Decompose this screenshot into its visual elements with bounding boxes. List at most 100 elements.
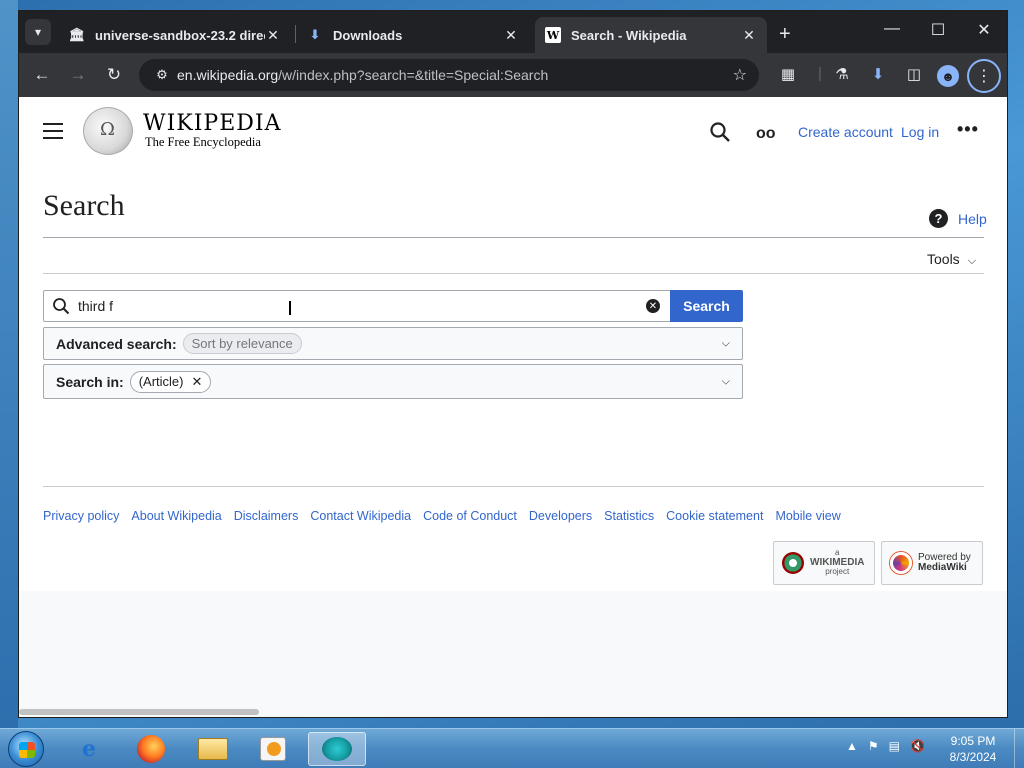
- system-tray: ▲ ⚑ ▤ 🔇: [846, 739, 925, 753]
- powered-by-mediawiki-badge[interactable]: Powered by MediaWiki: [881, 541, 983, 585]
- horizontal-scrollbar[interactable]: [19, 709, 259, 715]
- footer-link-disclaimers[interactable]: Disclaimers: [234, 509, 299, 523]
- search-input[interactable]: [78, 298, 646, 314]
- appearance-glasses-icon[interactable]: oo: [756, 125, 776, 143]
- sort-chip[interactable]: Sort by relevance: [182, 333, 302, 354]
- close-tab-icon[interactable]: ✕: [265, 27, 281, 44]
- help-label: Help: [958, 210, 987, 227]
- header-search-icon[interactable]: [709, 121, 731, 143]
- maximize-button[interactable]: ☐: [915, 20, 961, 40]
- volume-muted-icon[interactable]: 🔇: [910, 739, 925, 753]
- search-box: ✕: [43, 290, 671, 322]
- advanced-search-label: Advanced search:: [56, 335, 177, 352]
- action-center-flag-icon[interactable]: ⚑: [868, 739, 879, 753]
- tab-search-wikipedia[interactable]: W Search - Wikipedia ✕: [535, 17, 767, 53]
- search-button[interactable]: Search: [670, 290, 743, 322]
- tools-dropdown[interactable]: Tools ⌵: [927, 251, 976, 268]
- reload-icon[interactable]: ↻: [103, 64, 125, 86]
- back-arrow-icon[interactable]: ←: [31, 64, 53, 86]
- firefox-icon[interactable]: [128, 732, 174, 766]
- chrome-taskbar-icon[interactable]: [308, 732, 366, 766]
- show-desktop-button[interactable]: [1014, 729, 1024, 768]
- main-menu-icon[interactable]: [43, 123, 63, 139]
- file-explorer-icon[interactable]: [190, 732, 236, 766]
- wikipedia-page: WIKIPEDIA The Free Encyclopedia oo Creat…: [19, 97, 1007, 717]
- clock-date: 8/3/2024: [949, 750, 997, 764]
- browser-menu-icon[interactable]: ⋮: [967, 59, 1001, 93]
- windows-taskbar: e ▲ ⚑ ▤ 🔇 9:05 PM 8/3/2024: [0, 728, 1024, 768]
- wikipedia-w-icon: W: [545, 27, 561, 43]
- footer-link-code-of-conduct[interactable]: Code of Conduct: [423, 509, 517, 523]
- help-icon: ?: [929, 209, 948, 228]
- tools-divider: [43, 273, 984, 274]
- clock-time: 9:05 PM: [950, 734, 996, 748]
- browser-window: ▾ 🏛 universe-sandbox-23.2 directo ✕ ⬇ Do…: [18, 10, 1008, 718]
- mediawiki-flower-icon: [890, 552, 912, 574]
- page-bottom-area: [19, 591, 1007, 717]
- advanced-search-panel[interactable]: Advanced search: Sort by relevance ⌵: [43, 327, 743, 360]
- network-icon[interactable]: ▤: [889, 739, 900, 753]
- system-clock[interactable]: 9:05 PM 8/3/2024: [940, 733, 1006, 765]
- downloads-icon[interactable]: ⬇: [867, 65, 889, 87]
- media-player-icon[interactable]: [250, 732, 296, 766]
- profile-avatar-icon[interactable]: ☻: [937, 65, 959, 87]
- page-title: Search: [43, 189, 125, 222]
- internet-explorer-icon[interactable]: e: [66, 732, 112, 766]
- search-in-panel[interactable]: Search in: (Article) ✕ ⌵: [43, 364, 743, 399]
- more-options-icon[interactable]: •••: [957, 119, 979, 140]
- close-tab-icon[interactable]: ✕: [741, 27, 757, 44]
- log-in-link[interactable]: Log in: [901, 124, 939, 140]
- footer-link-cookie-statement[interactable]: Cookie statement: [666, 509, 763, 523]
- minimize-button[interactable]: —: [869, 20, 915, 38]
- tools-label: Tools: [927, 251, 960, 267]
- tab-universe-sandbox[interactable]: 🏛 universe-sandbox-23.2 directo ✕: [59, 17, 291, 53]
- windows-flag-icon: [19, 742, 35, 758]
- labs-flask-icon[interactable]: ⚗: [831, 65, 853, 87]
- wikipedia-tagline: The Free Encyclopedia: [145, 135, 261, 149]
- footer-link-mobile-view[interactable]: Mobile view: [775, 509, 840, 523]
- tab-downloads[interactable]: ⬇ Downloads ✕: [297, 17, 529, 53]
- footer-links: Privacy policy About Wikipedia Disclaime…: [43, 509, 841, 523]
- tab-title: Search - Wikipedia: [571, 27, 687, 43]
- remove-chip-icon[interactable]: ✕: [191, 374, 202, 390]
- forward-arrow-icon[interactable]: →: [67, 64, 89, 86]
- address-url[interactable]: en.wikipedia.org/w/index.php?search=&tit…: [177, 67, 548, 83]
- wikipedia-wordmark[interactable]: WIKIPEDIA: [143, 111, 282, 136]
- side-panel-icon[interactable]: ◫: [903, 65, 925, 87]
- bookmark-star-icon[interactable]: ☆: [733, 65, 747, 85]
- title-divider: [43, 237, 984, 238]
- chevron-down-icon[interactable]: ⌵: [722, 337, 730, 350]
- footer-link-privacy-policy[interactable]: Privacy policy: [43, 509, 119, 523]
- new-tab-button[interactable]: +: [779, 23, 791, 46]
- text-cursor-icon: [289, 301, 295, 315]
- site-info-icon[interactable]: ⚙: [147, 67, 177, 83]
- footer-link-developers[interactable]: Developers: [529, 509, 592, 523]
- search-in-label: Search in:: [56, 373, 124, 390]
- clear-search-icon[interactable]: ✕: [646, 299, 660, 313]
- show-hidden-icons-icon[interactable]: ▲: [846, 739, 858, 753]
- tab-search-menu-button[interactable]: ▾: [25, 19, 51, 45]
- toolbar-divider: |: [818, 65, 822, 82]
- chevron-down-icon[interactable]: ⌵: [722, 375, 730, 388]
- desktop-edge: [0, 0, 18, 730]
- close-tab-icon[interactable]: ✕: [503, 27, 519, 44]
- footer-divider: [43, 486, 984, 487]
- tab-strip: ▾ 🏛 universe-sandbox-23.2 directo ✕ ⬇ Do…: [19, 11, 1007, 53]
- wikipedia-globe-logo[interactable]: [83, 107, 133, 155]
- start-button[interactable]: [8, 731, 44, 767]
- wikimedia-project-badge[interactable]: a WIKIMEDIA project: [773, 541, 875, 585]
- footer-link-statistics[interactable]: Statistics: [604, 509, 654, 523]
- tab-title: Downloads: [333, 27, 403, 43]
- help-link[interactable]: ? Help: [929, 209, 987, 228]
- institution-icon: 🏛: [68, 27, 86, 42]
- article-namespace-chip[interactable]: (Article) ✕: [129, 370, 212, 393]
- search-icon: [44, 297, 78, 315]
- close-window-button[interactable]: ✕: [961, 20, 1007, 40]
- extensions-icon[interactable]: ▦: [777, 65, 799, 87]
- wikimedia-logo-icon: [782, 552, 804, 574]
- address-bar[interactable]: ⚙ en.wikipedia.org/w/index.php?search=&t…: [139, 59, 759, 91]
- footer-link-about[interactable]: About Wikipedia: [131, 509, 221, 523]
- footer-link-contact[interactable]: Contact Wikipedia: [310, 509, 411, 523]
- download-icon: ⬇: [309, 27, 321, 42]
- create-account-link[interactable]: Create account: [798, 124, 893, 140]
